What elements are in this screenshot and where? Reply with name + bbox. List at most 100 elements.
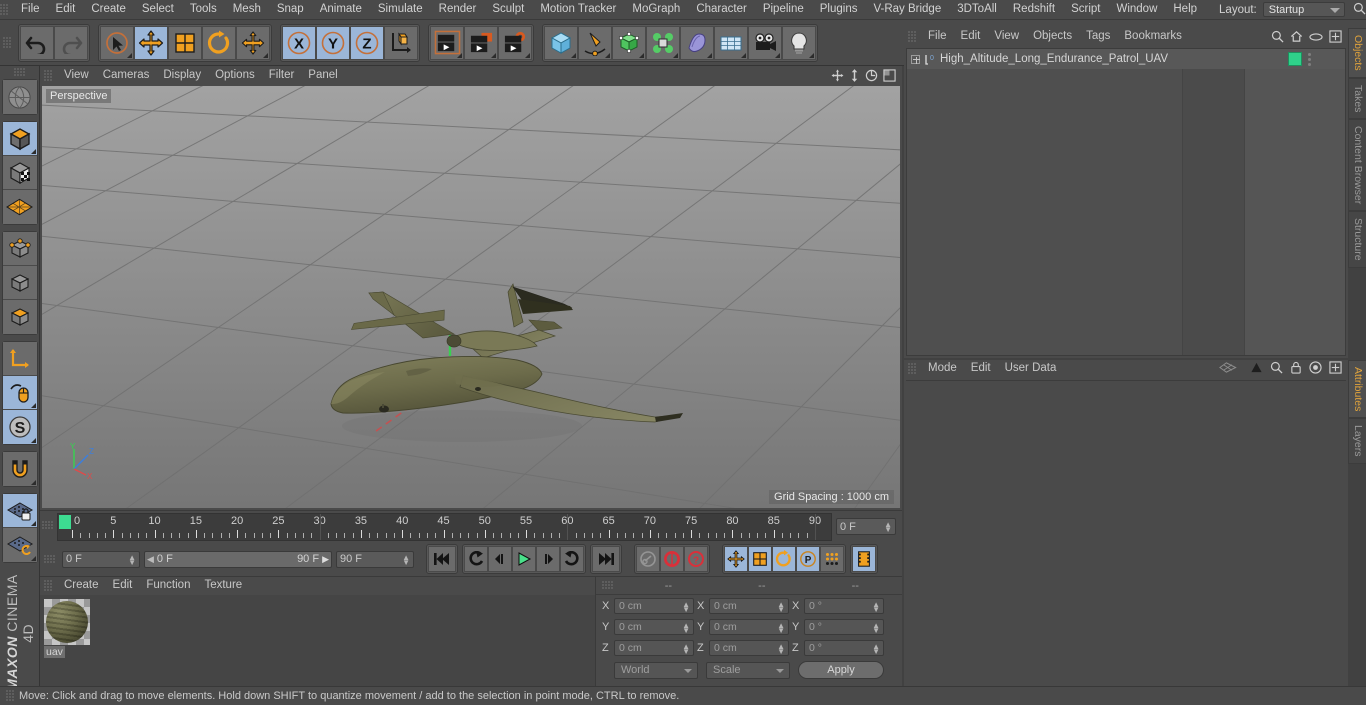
menu-window[interactable]: Window [1108,3,1165,16]
undo-button[interactable] [20,25,54,60]
pan-icon[interactable] [831,69,844,85]
workplane-mode-button[interactable] [2,190,37,225]
position-x-field[interactable]: 0 cm ▲ ▼ [614,598,694,614]
previous-keyframe-button[interactable] [464,546,488,572]
rotation-z-field[interactable]: 0 ° ▲ ▼ [804,640,884,656]
object-menu-view[interactable]: View [987,31,1026,43]
attribute-manager-menu[interactable]: Mode Edit User Data [921,360,1063,378]
interface-icon[interactable] [1219,361,1243,377]
menu-simulate[interactable]: Simulate [370,3,431,16]
record-parameter-button[interactable]: P [796,546,820,572]
object-tree[interactable]: 0 High_Altitude_Long_Endurance_Patrol_UA… [906,48,1346,356]
transform-mode-select[interactable]: Scale [706,661,790,679]
object-menu-bookmarks[interactable]: Bookmarks [1117,31,1189,43]
enable-axis-modification-button[interactable] [2,376,37,411]
add-camera-button[interactable] [748,25,782,60]
timeline-end-field[interactable]: 90 F ▲ ▼ [336,550,414,568]
add-spline-button[interactable] [578,25,612,60]
autokey-button[interactable] [636,546,660,572]
record-scale-button[interactable] [748,546,772,572]
timeline-grip[interactable] [42,521,54,530]
next-keyframe-button[interactable] [560,546,584,572]
menu-3dtoall[interactable]: 3DToAll [949,3,1005,16]
scale-tool-button[interactable] [168,25,202,60]
viewport-menu-cameras[interactable]: Cameras [96,70,157,82]
record-pla-button[interactable] [820,546,844,572]
timeline-ruler[interactable]: 051015202530354045505560657075808590 [57,513,832,541]
menu-create[interactable]: Create [83,3,134,16]
viewport-menu-filter[interactable]: Filter [262,70,302,82]
material-menu-texture[interactable]: Texture [197,580,249,592]
menu-redshift[interactable]: Redshift [1005,3,1063,16]
main-menu[interactable]: File Edit Create Select Tools Mesh Snap Animate… [13,0,1205,19]
coordinates-grip[interactable] [602,581,614,590]
object-menu-edit[interactable]: Edit [954,31,988,43]
toolbar-grip[interactable] [3,36,12,49]
menu-script[interactable]: Script [1063,3,1108,16]
viewport-grip[interactable] [44,70,53,82]
current-frame-field[interactable]: 0 F ▲ ▼ [836,518,896,535]
lock-icon[interactable] [1290,361,1302,377]
tag-dots-icon[interactable] [1308,52,1311,66]
add-deformer-button[interactable] [680,25,714,60]
fullscreen-icon[interactable] [1329,30,1342,46]
spinner-icon[interactable]: ▲ ▼ [777,622,785,635]
attr-menu-user-data[interactable]: User Data [998,363,1064,375]
material-menu-edit[interactable]: Edit [106,580,140,592]
left-palette-grip[interactable] [13,68,26,77]
world-object-axis-button[interactable] [384,25,418,60]
menu-grip[interactable] [0,3,9,16]
coordinate-system-select[interactable]: World [614,661,698,679]
fullscreen-icon[interactable] [1329,361,1342,377]
polygons-mode-button[interactable] [2,300,37,335]
object-row-uav[interactable]: 0 High_Altitude_Long_Endurance_Patrol_UA… [907,49,1345,69]
snap-magnet-button[interactable] [2,452,37,487]
size-y-field[interactable]: 0 cm ▲ ▼ [709,619,789,635]
range-left-arrow-icon[interactable]: ◀ [147,554,154,565]
menu-sculpt[interactable]: Sculpt [484,3,532,16]
redo-button[interactable] [54,25,88,60]
viewport-canvas[interactable]: Perspective Grid Spacing : 1000 cm Y Z X [42,86,900,508]
spinner-icon[interactable]: ▲ ▼ [777,601,785,614]
attribute-manager-grip[interactable] [908,363,917,375]
status-grip[interactable] [6,690,15,702]
record-rotation-button[interactable] [772,546,796,572]
size-x-field[interactable]: 0 cm ▲ ▼ [709,598,789,614]
attribute-content[interactable] [906,380,1346,703]
spinner-icon[interactable]: ▲ ▼ [402,553,410,566]
position-y-field[interactable]: 0 cm ▲ ▼ [614,619,694,635]
material-thumbnail[interactable] [44,599,90,645]
position-z-field[interactable]: 0 cm ▲ ▼ [614,640,694,656]
go-to-end-button[interactable] [592,546,620,572]
rotation-x-field[interactable]: 0 ° ▲ ▼ [804,598,884,614]
spinner-icon[interactable]: ▲ ▼ [682,622,690,635]
render-settings-button[interactable] [498,25,532,60]
record-active-objects-button[interactable] [660,546,684,572]
search-icon[interactable] [1353,2,1366,18]
workplane-lock-button[interactable] [2,494,37,529]
z-axis-button[interactable]: Z [350,25,384,60]
menu-v-ray-bridge[interactable]: V-Ray Bridge [865,3,949,16]
attr-menu-mode[interactable]: Mode [921,363,964,375]
spinner-icon[interactable]: ▲ ▼ [884,521,892,534]
material-item[interactable]: uav [44,599,90,661]
render-view-button[interactable] [430,25,464,60]
menu-mesh[interactable]: Mesh [225,3,269,16]
current-time-marker[interactable] [59,515,71,529]
viewport-menu[interactable]: View Cameras Display Options Filter Panel [57,66,345,86]
preview-range-slider[interactable]: ◀ 0 F 90 F ▶ [144,550,332,568]
menu-animate[interactable]: Animate [312,3,370,16]
step-forward-button[interactable] [536,546,560,572]
points-mode-button[interactable] [2,232,37,267]
material-menu-create[interactable]: Create [57,580,106,592]
spinner-icon[interactable]: ▲ ▼ [777,643,785,656]
rotate-tool-button[interactable] [202,25,236,60]
edges-mode-button[interactable] [2,266,37,301]
object-menu-tags[interactable]: Tags [1079,31,1117,43]
menu-tools[interactable]: Tools [182,3,225,16]
planar-workplane-button[interactable] [2,528,37,563]
keyframe-selection-button[interactable]: ? [684,546,708,572]
spinner-icon[interactable]: ▲ ▼ [872,622,880,635]
add-scene-button[interactable] [714,25,748,60]
x-axis-button[interactable]: X [282,25,316,60]
